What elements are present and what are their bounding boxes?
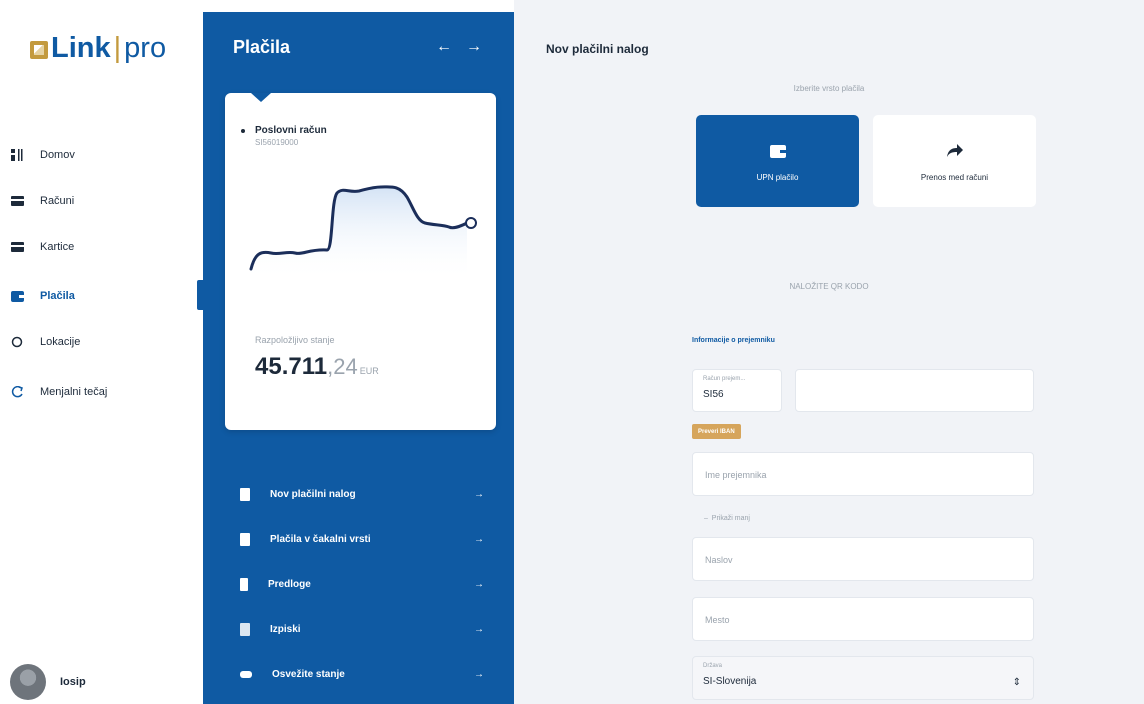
menu-item-placila-v-cakalni-vrsti[interactable]: Plačila v čakalni vrsti → — [203, 517, 514, 562]
location-icon — [10, 335, 24, 349]
arrow-right-icon: → — [474, 579, 484, 590]
arrow-right-icon: → — [474, 534, 484, 545]
payment-form-area: Nov plačilni nalog Izberite vrsto plačil… — [514, 0, 1144, 704]
payment-type-upn[interactable]: UPN plačilo — [696, 115, 859, 207]
field-value: SI-Slovenija — [703, 676, 757, 687]
menu-item-label: Izpiski — [270, 624, 301, 635]
menu-item-label: Plačila v čakalni vrsti — [270, 534, 371, 545]
balance-amount: 45.711,24 EUR — [255, 353, 379, 381]
nav-item-kartice[interactable]: Kartice — [10, 235, 74, 259]
check-iban-badge[interactable]: Preveri IBAN — [692, 424, 741, 439]
field-placeholder: Mesto — [705, 615, 730, 625]
account-number: SI56019000 — [255, 138, 299, 147]
field-value: SI56 — [703, 389, 724, 400]
field-placeholder: Naslov — [705, 555, 733, 565]
select-chevron-icon: ⇕ — [1012, 677, 1021, 688]
menu-item-predloge[interactable]: Predloge → — [203, 562, 514, 607]
menu-item-nov-placilni-nalog[interactable]: Nov plačilni nalog → — [203, 472, 514, 517]
app-root: Link | pro Domov Računi Kartice Plačila … — [0, 0, 1144, 704]
nav-item-label: Lokacije — [40, 336, 81, 348]
recipient-name-field[interactable]: Ime prejemnika — [692, 452, 1034, 496]
active-tab-indicator — [197, 280, 203, 310]
address-field[interactable]: Naslov — [692, 537, 1034, 581]
balance-main: 45.711 — [255, 353, 328, 380]
recipient-info-heading: Informacije o prejemniku — [692, 337, 775, 344]
minus-icon: – — [704, 515, 708, 522]
recipient-account-prefix-field[interactable]: Račun prejem... SI56 — [692, 369, 782, 412]
scan-qr-hint[interactable]: NALOŽITE QR KODO — [514, 282, 1144, 291]
balance-currency: EUR — [359, 366, 379, 376]
city-field[interactable]: Mesto — [692, 597, 1034, 641]
arrow-right-icon: → — [474, 669, 484, 680]
payment-type-label: Prenos med računi — [920, 172, 989, 182]
panel-menu: Nov plačilni nalog → Plačila v čakalni v… — [203, 472, 514, 697]
nav-item-label: Domov — [40, 149, 75, 161]
sparkline-endpoint — [465, 217, 477, 229]
recipient-account-number-field[interactable] — [795, 369, 1034, 412]
user-profile[interactable]: Iosip — [10, 664, 86, 700]
logo-link-text: Link — [51, 32, 111, 64]
page-title: Nov plačilni nalog — [546, 42, 649, 56]
choose-type-hint: Izberite vrsto plačila — [793, 84, 865, 93]
payment-type-transfer[interactable]: Prenos med računi — [873, 115, 1036, 207]
refresh-icon — [240, 671, 252, 678]
wallet-icon — [769, 141, 786, 161]
panel-title: Plačila — [233, 37, 291, 57]
balance-decimals: ,24 — [327, 354, 358, 379]
account-info: Poslovni račun SI56019000 — [255, 125, 327, 147]
payment-type-label: UPN plačilo — [756, 172, 799, 182]
nav-item-label: Kartice — [40, 241, 75, 253]
accounts-icon — [10, 194, 24, 208]
sparkline-area — [251, 186, 467, 281]
statement-icon — [240, 623, 250, 636]
nav-item-racuni[interactable]: Računi — [10, 189, 74, 213]
menu-item-label: Osvežite stanje — [272, 669, 345, 680]
home-icon — [10, 148, 24, 162]
nav-item-label: Menjalni tečaj — [40, 386, 108, 398]
arrow-right-icon: → — [474, 489, 484, 500]
balance-sparkline — [249, 185, 477, 281]
arrow-right-icon: → — [474, 624, 484, 635]
logo-pro-text: pro — [124, 32, 167, 64]
nav-item-label: Plačila — [40, 290, 75, 302]
balance-label: Razpoložljivo stanje — [255, 335, 335, 345]
link-pro-logo[interactable]: Link | pro — [30, 32, 166, 65]
menu-item-label: Predloge — [268, 579, 311, 590]
account-name: Poslovni račun — [255, 125, 327, 136]
share-arrow-icon — [946, 141, 964, 161]
nav-item-placila[interactable]: Plačila — [10, 284, 75, 308]
nav-item-domov[interactable]: Domov — [10, 143, 75, 167]
exchange-icon — [10, 385, 24, 399]
arrow-right-icon[interactable]: → — [466, 38, 482, 56]
show-less-toggle[interactable]: – Prikaži manj — [704, 515, 750, 522]
wallet-icon — [10, 289, 24, 303]
nav-item-menjalni-tecaj[interactable]: Menjalni tečaj — [10, 380, 107, 404]
account-card[interactable]: Poslovni račun SI56019000 Razpoložljivo … — [225, 93, 496, 430]
field-label: Račun prejem... — [703, 376, 746, 382]
panel-navigation-arrows: ← → — [436, 38, 482, 56]
show-less-label: Prikaži manj — [711, 515, 750, 522]
payments-panel: Plačila ← → Poslovni račun SI56019000 Ra… — [197, 12, 514, 704]
card-notch — [251, 93, 271, 102]
field-placeholder: Ime prejemnika — [705, 470, 767, 480]
logo-mark-icon — [30, 40, 48, 59]
field-label: Država — [703, 663, 723, 669]
nav-item-label: Računi — [40, 195, 75, 207]
menu-item-osvezite-stanje[interactable]: Osvežite stanje → — [203, 652, 514, 697]
menu-item-label: Nov plačilni nalog — [270, 489, 356, 500]
left-navigation: Link | pro Domov Računi Kartice Plačila … — [0, 0, 203, 704]
menu-item-izpiski[interactable]: Izpiski → — [203, 607, 514, 652]
arrow-left-icon[interactable]: ← — [436, 38, 452, 56]
country-select[interactable]: Država SI-Slovenija ⇕ — [692, 656, 1034, 700]
nav-item-lokacije[interactable]: Lokacije — [10, 330, 80, 354]
logo-separator: | — [113, 32, 122, 64]
document-icon — [240, 533, 250, 546]
document-icon — [240, 488, 250, 501]
avatar — [10, 664, 46, 700]
template-icon — [240, 578, 248, 591]
cards-icon — [10, 240, 24, 254]
user-name: Iosip — [60, 676, 86, 688]
